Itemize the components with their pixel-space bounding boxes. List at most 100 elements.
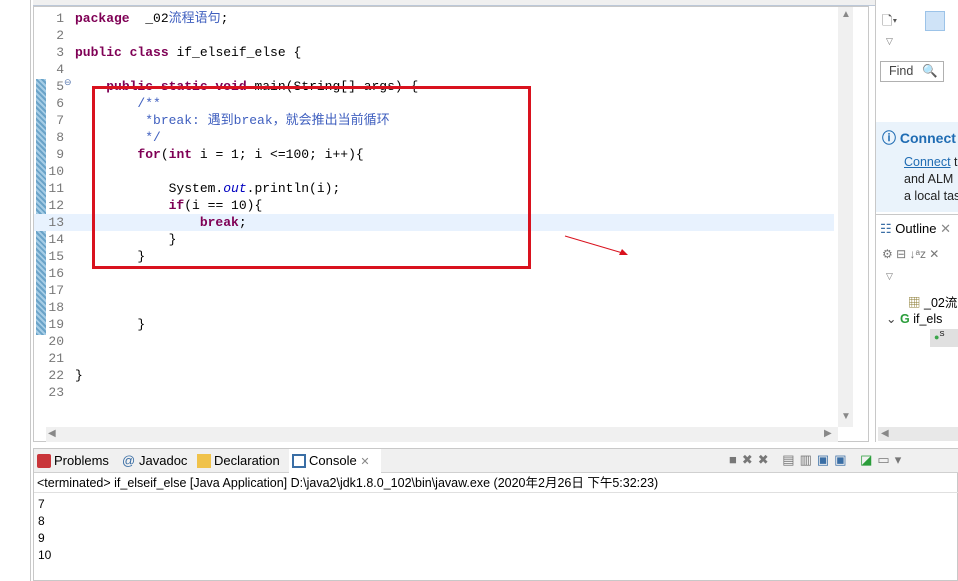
view-menu-icon[interactable]: ▽ (886, 271, 893, 282)
remove-all-icon: ✖ (757, 452, 774, 467)
line-number: 8 (56, 130, 64, 145)
package-icon: ▦ (908, 296, 921, 310)
outline-tab[interactable]: Outline (895, 221, 936, 236)
code-line[interactable]: 23 (34, 384, 834, 401)
new-task-icon[interactable]: 🗋▾ (882, 12, 897, 34)
connect-title: Connect (899, 130, 956, 146)
bottom-tabs: Problems @ Javadoc Declaration Console ✕ … (34, 449, 958, 473)
scroll-lock-icon: ▤ (782, 452, 800, 467)
tab-problems[interactable]: Problems (34, 449, 118, 473)
scroll-down-icon[interactable]: ▼ (841, 411, 851, 422)
outline-view: ☷ Outline ✕ ⚙ ⊟ ↓ᵃz ✕ ▽ ▦ _02流 ⌄ G if_el… (876, 214, 958, 442)
console-toolbar[interactable]: ■✖✖ ▤▥▣▣ ◪▭▾ (729, 452, 906, 468)
code-line[interactable]: 20 (34, 333, 834, 350)
find-input[interactable]: Find 🔍 (880, 61, 944, 82)
line-number: 6 (56, 96, 64, 111)
tab-javadoc[interactable]: @ Javadoc (119, 449, 193, 473)
annotation-arrow (564, 235, 628, 255)
code-text: } (75, 367, 83, 384)
fold-icon[interactable]: ⊖ (64, 75, 72, 92)
connect-text: and ALM (904, 172, 954, 186)
console-status: <terminated> if_elseif_else [Java Applic… (37, 476, 659, 490)
code-line[interactable]: 1 package _02流程语句; (34, 10, 834, 27)
show-console-icon: ▣ (816, 452, 835, 467)
line-number: 9 (56, 147, 64, 162)
code-text: public class if_elseif_else { (75, 44, 301, 61)
horizontal-scrollbar[interactable]: ◀ ▶ (46, 427, 838, 442)
line-number: 10 (48, 164, 64, 179)
declaration-icon (197, 454, 211, 468)
line-number: 21 (48, 351, 64, 366)
outline-method[interactable]: ●S (930, 329, 958, 347)
code-token: class (129, 45, 169, 60)
code-token: } (75, 317, 146, 332)
connect-text: t (950, 155, 958, 169)
close-icon[interactable]: ✕ (940, 221, 951, 236)
line-number: 2 (56, 28, 64, 43)
line-number: 14 (48, 232, 64, 247)
terminate-icon: ■ (729, 452, 742, 467)
line-number: 3 (56, 45, 64, 60)
output-line: 10 (38, 548, 52, 562)
console-icon (292, 454, 306, 468)
expand-icon[interactable]: ⌄ (886, 312, 896, 326)
line-number: 1 (56, 11, 64, 26)
remove-launch-icon: ✖ (741, 452, 758, 467)
code-line[interactable]: 19 } (34, 316, 834, 333)
connect-link[interactable]: Connect (904, 155, 951, 169)
code-line[interactable]: 17 (34, 282, 834, 299)
tab-console[interactable]: Console ✕ (289, 449, 381, 473)
left-panel (0, 0, 31, 581)
display-console-icon: ▭▾ (877, 452, 907, 467)
outline-toolbar[interactable]: ⚙ ⊟ ↓ᵃz ✕ (882, 247, 939, 261)
line-number: 11 (48, 181, 64, 196)
code-line[interactable]: 2 (34, 27, 834, 44)
code-line[interactable]: 4 (34, 61, 834, 78)
code-line[interactable]: 3 public class if_elseif_else { (34, 44, 834, 61)
line-number: 5 (56, 79, 64, 94)
line-number: 22 (48, 368, 64, 383)
close-icon[interactable]: ✕ (360, 456, 369, 468)
connect-banner: ⓘ Connect Connect t and ALM a local tas (876, 122, 958, 212)
open-console-icon: ◪ (860, 452, 878, 467)
view-menu-icon[interactable]: ▽ (886, 36, 893, 47)
code-token: package (75, 11, 130, 26)
vertical-scrollbar[interactable]: ▲ ▼ (838, 7, 853, 427)
problems-icon (37, 454, 51, 468)
outline-class[interactable]: if_els (913, 312, 942, 326)
code-line[interactable]: 21 (34, 350, 834, 367)
code-token: 流程语句 (168, 11, 221, 26)
code-text: } (75, 316, 145, 333)
line-number: 19 (48, 317, 64, 332)
console-panel: Problems @ Javadoc Declaration Console ✕ … (33, 448, 958, 581)
line-number: 20 (48, 334, 64, 349)
search-icon: 🔍 (922, 64, 938, 78)
word-wrap-icon: ▥ (799, 452, 817, 467)
output-line: 9 (38, 531, 45, 545)
outline-package[interactable]: _02流 (924, 296, 957, 310)
line-number: 12 (48, 198, 64, 213)
line-number: 18 (48, 300, 64, 315)
outline-scrollbar[interactable]: ◀ (878, 427, 958, 441)
tab-declaration[interactable]: Declaration (194, 449, 288, 473)
output-line: 8 (38, 514, 45, 528)
connect-text: a local tas (904, 189, 958, 203)
code-line[interactable]: 22} (34, 367, 834, 384)
find-placeholder: Find (889, 64, 914, 78)
scroll-up-icon[interactable]: ▲ (841, 9, 851, 20)
class-icon: G (899, 312, 910, 326)
line-number: 17 (48, 283, 64, 298)
pin-console-icon: ▣ (834, 452, 852, 467)
scroll-right-icon[interactable]: ▶ (824, 428, 832, 439)
line-number: 16 (48, 266, 64, 281)
code-line[interactable]: 18 (34, 299, 834, 316)
output-line: 7 (38, 497, 45, 511)
code-token: public (75, 45, 122, 60)
line-number: 4 (56, 62, 64, 77)
right-panel: 🗋▾ ▽ Find 🔍 ⓘ Connect Connect t and ALM a… (875, 0, 958, 442)
categorized-icon[interactable] (925, 11, 945, 31)
scroll-left-icon[interactable]: ◀ (48, 428, 56, 439)
outline-icon: ☷ (880, 221, 892, 236)
at-icon: @ (122, 453, 136, 468)
